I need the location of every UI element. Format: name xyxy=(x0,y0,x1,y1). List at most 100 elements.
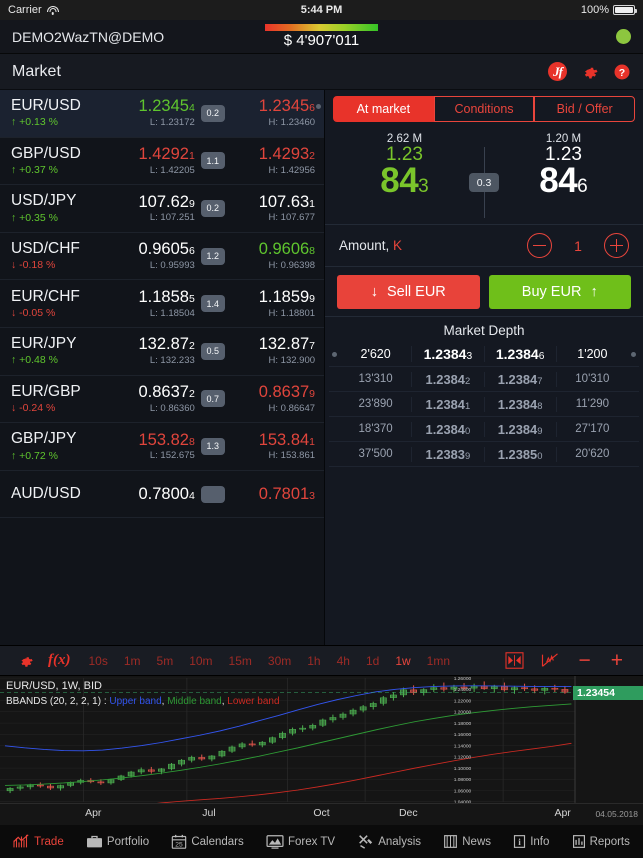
bid-price: 1.4292 xyxy=(138,145,188,163)
spread-badge: 1.2 xyxy=(201,248,225,265)
instrument-ask: 1.23456 H: 1.23460 xyxy=(231,98,315,128)
help-icon[interactable]: ? xyxy=(613,63,631,81)
depth-ask-price: 1.23846 xyxy=(485,346,557,362)
instrument-symbol: EUR/CHF xyxy=(11,289,111,305)
buy-button[interactable]: Buy EUR ↑ xyxy=(489,275,632,309)
instrument-high: H: 0.96398 xyxy=(231,260,315,271)
sell-button[interactable]: ↓ Sell EUR xyxy=(337,275,480,309)
bid-price-last: 4 xyxy=(189,102,195,114)
tab-portfolio[interactable]: Portfolio xyxy=(86,834,149,849)
bid-price-last: 6 xyxy=(189,245,195,257)
instrument-row-gbpusd[interactable]: GBP/USD ↑ +0.37 % 1.42921 L: 1.42205 1.1… xyxy=(0,138,324,186)
bid-price: 1.1858 xyxy=(138,288,188,306)
timeframe-1w[interactable]: 1w xyxy=(387,654,418,668)
x-tick-dec: Dec xyxy=(399,807,418,819)
bid-price: 153.82 xyxy=(138,431,188,449)
ask-quote-group[interactable]: 1.20 M 1.23 846 xyxy=(484,127,643,224)
jforex-logo-icon[interactable]: Jf xyxy=(548,62,567,81)
tab-info[interactable]: i Info xyxy=(513,834,549,849)
instrument-identity: USD/JPY ↑ +0.35 % xyxy=(11,193,111,223)
trade-buttons: ↓ Sell EUR Buy EUR ↑ xyxy=(325,267,643,317)
main-split: EUR/USD ↑ +0.13 % 1.23454 L: 1.23172 0.2… xyxy=(0,90,643,646)
zoom-in-button[interactable]: + xyxy=(601,650,633,671)
amount-stepper: 1 xyxy=(527,233,629,258)
instrument-identity: EUR/USD ↑ +0.13 % xyxy=(11,98,111,128)
instrument-row-eurchf[interactable]: EUR/CHF ↓ -0.05 % 1.18585 L: 1.18504 1.4… xyxy=(0,280,324,328)
tab-trade[interactable]: Trade xyxy=(13,834,64,849)
depth-bid-volume: 18'370 xyxy=(340,423,411,435)
zoom-out-button[interactable]: − xyxy=(568,650,600,671)
instrument-ask: 1.18599 H: 1.18801 xyxy=(231,289,315,319)
spread-badge: 1.4 xyxy=(201,295,225,312)
bid-price: 107.62 xyxy=(138,193,188,211)
tab-label: Forex TV xyxy=(288,836,335,848)
bid-price-last: 5 xyxy=(189,293,195,305)
tab-label: News xyxy=(462,836,491,848)
table-row[interactable]: 23'890 1.23841 1.23848 11'290 xyxy=(329,392,639,417)
timeframe-1m[interactable]: 1m xyxy=(116,654,149,668)
tab-analysis[interactable]: Analysis xyxy=(357,834,421,849)
ask-price-last: 7 xyxy=(309,340,315,352)
timeframe-1d[interactable]: 1d xyxy=(358,654,387,668)
expand-icon[interactable] xyxy=(497,652,532,669)
trendline-icon[interactable] xyxy=(532,652,568,669)
instrument-identity: GBP/USD ↑ +0.37 % xyxy=(11,146,111,176)
table-row[interactable]: 18'370 1.23840 1.23849 27'170 xyxy=(329,417,639,442)
tab-news[interactable]: News xyxy=(443,834,491,849)
fx-icon[interactable]: f(x) xyxy=(42,652,81,669)
instrument-row-eurjpy[interactable]: EUR/JPY ↑ +0.48 % 132.872 L: 132.233 0.5… xyxy=(0,328,324,376)
bid-price: 132.87 xyxy=(138,335,188,353)
gear-icon[interactable] xyxy=(581,63,599,81)
timeframe-1h[interactable]: 1h xyxy=(299,654,328,668)
bid-price-last: 1 xyxy=(189,150,195,162)
instrument-bid: 153.828 L: 152.675 xyxy=(111,432,195,462)
instrument-symbol: EUR/JPY xyxy=(11,336,111,352)
instrument-symbol: USD/CHF xyxy=(11,241,111,257)
gear-icon[interactable] xyxy=(10,653,42,669)
instrument-row-usdchf[interactable]: USD/CHF ↓ -0.18 % 0.96056 L: 0.95993 1.2… xyxy=(0,233,324,281)
tab-forex-tv[interactable]: Forex TV xyxy=(266,834,335,849)
plus-circle-icon[interactable] xyxy=(604,233,629,258)
table-row[interactable]: 37'500 1.23839 1.23850 20'620 xyxy=(329,442,639,467)
bid-quote-group[interactable]: 2.62 M 1.23 843 xyxy=(325,127,484,224)
svg-text:?: ? xyxy=(619,66,625,78)
instrument-list[interactable]: EUR/USD ↑ +0.13 % 1.23454 L: 1.23172 0.2… xyxy=(0,90,325,645)
instrument-high: H: 0.86647 xyxy=(231,403,315,414)
timeframe-30m[interactable]: 30m xyxy=(260,654,299,668)
depth-ask-volume: 1'200 xyxy=(557,347,628,361)
instrument-identity: USD/CHF ↓ -0.18 % xyxy=(11,241,111,271)
timeframe-15m[interactable]: 15m xyxy=(221,654,260,668)
depth-ask-price: 1.23849 xyxy=(485,422,557,437)
instrument-high: H: 1.23460 xyxy=(231,117,315,128)
instrument-row-eurgbp[interactable]: EUR/GBP ↓ -0.24 % 0.86372 L: 0.86360 0.7… xyxy=(0,376,324,424)
timeframe-10s[interactable]: 10s xyxy=(81,654,116,668)
minus-circle-icon[interactable] xyxy=(527,233,552,258)
instrument-identity: EUR/JPY ↑ +0.48 % xyxy=(11,336,111,366)
tab-bid-offer[interactable]: Bid / Offer xyxy=(534,96,635,122)
bid-price: 0.8637 xyxy=(138,383,188,401)
price-chart[interactable]: EUR/USD, 1W, BID BBANDS (20, 2, 2, 1) : … xyxy=(0,676,643,803)
timeframe-1mn[interactable]: 1mn xyxy=(419,654,458,668)
jforex-trading-app: Carrier 5:44 PM 100% DEMO2WazTN@DEMO $ 4… xyxy=(0,0,643,858)
table-row[interactable]: 13'310 1.23842 1.23847 10'310 xyxy=(329,367,639,392)
instrument-menu-dot[interactable] xyxy=(316,104,321,109)
tab-conditions[interactable]: Conditions xyxy=(434,96,535,122)
timeframe-4h[interactable]: 4h xyxy=(329,654,358,668)
timeframe-5m[interactable]: 5m xyxy=(149,654,182,668)
svg-text:25: 25 xyxy=(176,842,184,849)
instrument-change: ↓ -0.05 % xyxy=(11,307,111,319)
instrument-row-usdjpy[interactable]: USD/JPY ↑ +0.35 % 107.629 L: 107.251 0.2… xyxy=(0,185,324,233)
tab-reports[interactable]: Reports xyxy=(572,834,630,849)
chart-as-of-date: 04.05.2018 xyxy=(595,809,638,819)
amount-value[interactable]: 1 xyxy=(570,238,586,254)
timeframe-10m[interactable]: 10m xyxy=(181,654,220,668)
account-name[interactable]: DEMO2WazTN@DEMO xyxy=(12,29,164,45)
instrument-change: ↑ +0.13 % xyxy=(11,116,111,128)
tools-icon xyxy=(357,834,374,849)
tab-calendars[interactable]: 25 Calendars xyxy=(171,834,243,849)
instrument-row-gbpjpy[interactable]: GBP/JPY ↑ +0.72 % 153.828 L: 152.675 1.3… xyxy=(0,423,324,471)
instrument-row-audusd[interactable]: AUD/USD 0.78004 0.78013 xyxy=(0,471,324,519)
instrument-row-eurusd[interactable]: EUR/USD ↑ +0.13 % 1.23454 L: 1.23172 0.2… xyxy=(0,90,324,138)
table-row[interactable]: 2'620 1.23843 1.23846 1'200 xyxy=(329,342,639,367)
tab-at-market[interactable]: At market xyxy=(333,96,434,122)
